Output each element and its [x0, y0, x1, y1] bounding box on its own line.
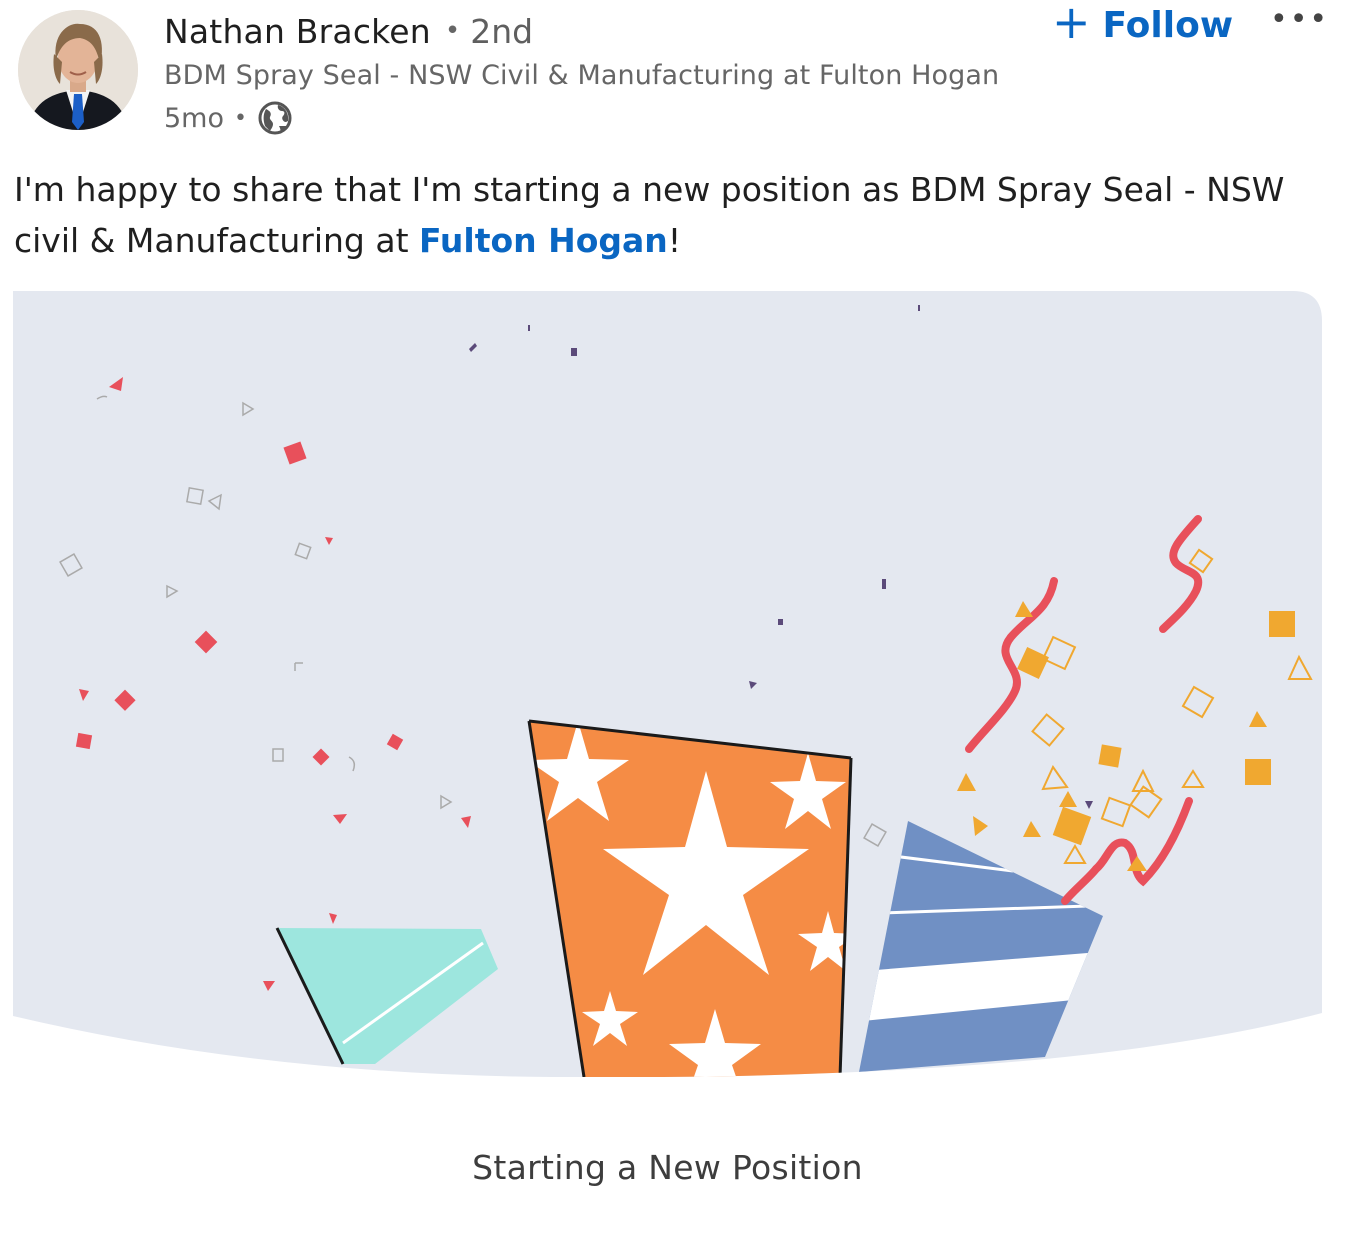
author-headline: BDM Spray Seal - NSW Civil & Manufacturi…: [164, 60, 1000, 91]
separator-dot: •: [234, 105, 247, 131]
author-name[interactable]: Nathan Bracken: [164, 12, 431, 51]
follow-label: Follow: [1102, 4, 1234, 46]
author-line: Nathan Bracken • 2nd: [164, 12, 533, 51]
celebration-illustration[interactable]: [13, 291, 1322, 1077]
plus-icon: +: [1052, 0, 1091, 49]
post-text-end: !: [667, 221, 682, 260]
follow-button[interactable]: + Follow: [1052, 0, 1234, 49]
feed-post: Nathan Bracken • 2nd BDM Spray Seal - NS…: [0, 0, 1352, 1254]
author-avatar[interactable]: [18, 10, 138, 130]
card-caption: Starting a New Position: [472, 1148, 863, 1187]
post-time[interactable]: 5mo: [164, 103, 224, 134]
post-meta: 5mo •: [164, 100, 293, 136]
orange-star-hat: [527, 719, 853, 1077]
separator-dot: •: [444, 16, 461, 46]
more-options-icon[interactable]: •••: [1270, 2, 1329, 37]
connection-degree: 2nd: [470, 12, 534, 51]
globe-icon: [257, 100, 293, 136]
post-text: I'm happy to share that I'm starting a n…: [14, 164, 1314, 266]
company-mention-link[interactable]: Fulton Hogan: [419, 221, 668, 260]
